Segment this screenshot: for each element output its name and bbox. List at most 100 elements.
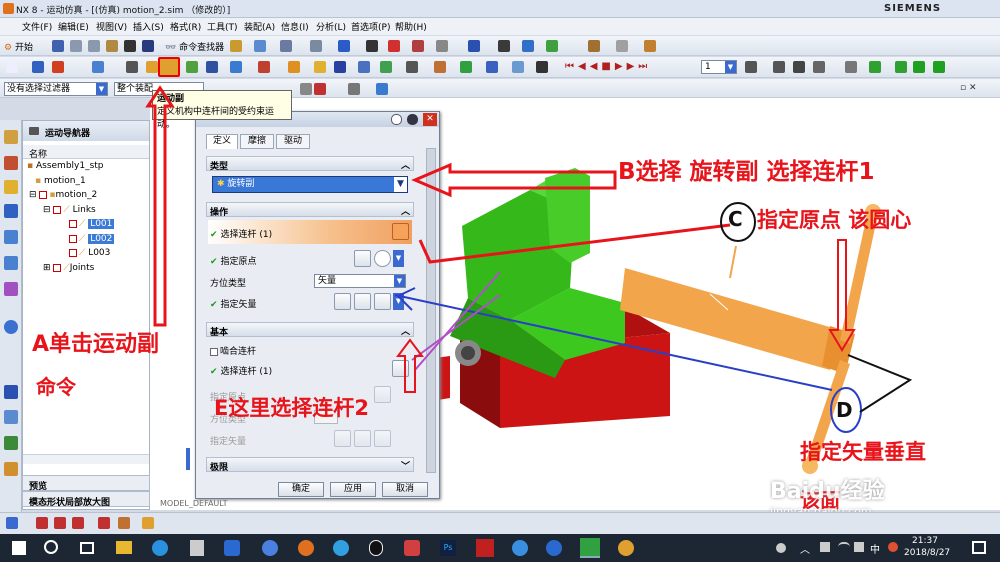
orientation-type-dropdown[interactable]: 矢量 ▼ (314, 274, 406, 288)
curve-icon[interactable] (358, 61, 370, 73)
color-icon[interactable] (388, 40, 400, 52)
cloud-icon[interactable] (262, 540, 278, 556)
base-reverse-button[interactable] (334, 430, 351, 447)
cut-icon[interactable] (70, 40, 82, 52)
checkbox-icon[interactable] (69, 234, 77, 243)
snap-point-icon[interactable] (6, 517, 18, 529)
motion-nav-icon[interactable] (4, 204, 18, 218)
layer-icon[interactable] (280, 40, 292, 52)
point-snap-button[interactable] (374, 250, 391, 267)
menu-help[interactable]: 帮助(H) (395, 20, 427, 33)
volume-icon[interactable] (854, 542, 864, 552)
menu-file[interactable]: 文件(F) (22, 20, 52, 33)
fit-icon[interactable] (254, 40, 266, 52)
collapse-up-icon[interactable]: ︿ (401, 324, 410, 337)
limits-section-header[interactable]: 极限 ﹀ (206, 457, 414, 473)
intersection-icon[interactable] (118, 517, 130, 529)
task-view-icon[interactable] (80, 542, 94, 554)
notification-icon[interactable] (972, 541, 986, 554)
trace-path-icon[interactable] (869, 61, 881, 73)
marker-icon[interactable] (288, 61, 300, 73)
menu-assembly[interactable]: 装配(A) (244, 20, 275, 33)
menu-format[interactable]: 格式(R) (170, 20, 201, 33)
measure-icon[interactable] (644, 40, 656, 52)
base-select-link-button[interactable] (392, 360, 409, 377)
point-dropdown-icon[interactable]: ▼ (393, 250, 404, 267)
collapse-icon[interactable]: ⊟ (43, 205, 51, 215)
new-sim-icon[interactable] (6, 61, 18, 73)
tree-node-joints[interactable]: ⊞ ⟋Joints (43, 263, 94, 273)
menu-tools[interactable]: 工具(T) (207, 20, 238, 33)
menu-insert[interactable]: 插入(S) (133, 20, 164, 33)
tree-node-assembly[interactable]: ▪ Assembly1_stp (27, 161, 104, 171)
navigator-scrollbar[interactable] (23, 454, 149, 464)
web-browser-icon[interactable] (4, 282, 18, 296)
section-icon[interactable] (468, 40, 480, 52)
sensor-icon[interactable] (334, 61, 346, 73)
point-icon[interactable] (314, 83, 326, 95)
network-icon[interactable] (820, 542, 830, 552)
checkbox-icon[interactable] (69, 248, 77, 257)
pin-icon[interactable] (142, 517, 154, 529)
assembly-nav-icon[interactable] (4, 130, 18, 144)
apply-button[interactable]: 应用 (330, 482, 376, 497)
uc-icon[interactable] (224, 540, 240, 556)
command-finder-button[interactable]: 👓 命令查找器 (165, 40, 224, 53)
select-link-button[interactable] (392, 223, 409, 240)
material-icon[interactable] (412, 40, 424, 52)
base-vector-snap-button[interactable] (374, 430, 391, 447)
link-tool-icon[interactable] (146, 61, 158, 73)
tree-node-l003[interactable]: ⟋ L003 (69, 248, 110, 258)
shield-icon[interactable] (190, 540, 204, 556)
checkbox-icon[interactable] (53, 263, 62, 272)
clock-date[interactable]: 2018/8/27 (904, 548, 950, 558)
orient-view-icon[interactable] (230, 40, 242, 52)
tree-node-l001[interactable]: ⟋ L001 (69, 219, 115, 229)
link-icon[interactable] (92, 61, 104, 73)
collapse-icon[interactable]: ⊟ (29, 190, 37, 200)
snap-icon[interactable] (300, 83, 312, 95)
stop-icon[interactable]: ■ (601, 61, 614, 72)
windows-start-icon[interactable] (12, 541, 26, 555)
reuse-library-icon[interactable] (4, 230, 18, 244)
menu-edit[interactable]: 编辑(E) (58, 20, 89, 33)
save-icon[interactable] (52, 40, 64, 52)
base-vector-button[interactable] (354, 430, 371, 447)
checkbox-icon[interactable] (53, 205, 62, 214)
tab-drive[interactable]: 驱动 (276, 134, 310, 149)
steam-icon[interactable] (546, 540, 562, 556)
mesh-link-checkbox[interactable] (210, 347, 218, 356)
type-dropdown-arrow-icon[interactable]: ▼ (394, 177, 407, 192)
center-icon[interactable] (72, 517, 84, 529)
collapse-down-icon[interactable]: ﹀ (401, 459, 410, 472)
checkbox-icon[interactable] (39, 190, 48, 199)
edge-icon[interactable] (436, 40, 448, 52)
vector-snap-button[interactable] (374, 293, 391, 310)
image-viewer-icon[interactable] (404, 540, 420, 556)
tree-node-motion2[interactable]: ⊟ ▪motion_2 (29, 190, 97, 200)
environment-icon[interactable] (32, 61, 44, 73)
operation-section-header[interactable]: 操作 ︿ (206, 202, 414, 218)
menu-analysis[interactable]: 分析(L) (316, 20, 346, 33)
prev-frame-icon[interactable]: ◀ (578, 61, 590, 72)
type-section-header[interactable]: 类型 ︿ (206, 156, 414, 172)
constraint-nav-icon[interactable] (4, 156, 18, 170)
torque-icon[interactable] (258, 61, 270, 73)
system-materials-icon[interactable] (4, 385, 18, 399)
first-frame-icon[interactable]: ⏮ (565, 61, 578, 72)
tree-node-l002[interactable]: ⟋ L002 (69, 234, 115, 244)
show-icon[interactable] (546, 40, 558, 52)
interference-icon[interactable] (813, 61, 825, 73)
connector-icon[interactable] (186, 61, 198, 73)
orientation-dropdown-icon[interactable]: ▼ (394, 275, 405, 287)
results-icon[interactable] (512, 61, 524, 73)
dialog-reset-icon[interactable] (391, 114, 402, 125)
clearance-icon[interactable] (845, 61, 857, 73)
column-header-name[interactable]: 名称 (23, 145, 149, 160)
collapse-up-icon[interactable]: ︿ (401, 204, 410, 217)
quadrant-icon[interactable] (98, 517, 110, 529)
function-icon[interactable] (126, 61, 138, 73)
grid-icon[interactable] (498, 40, 510, 52)
hide-icon[interactable] (522, 40, 534, 52)
qq-icon[interactable] (369, 540, 383, 556)
